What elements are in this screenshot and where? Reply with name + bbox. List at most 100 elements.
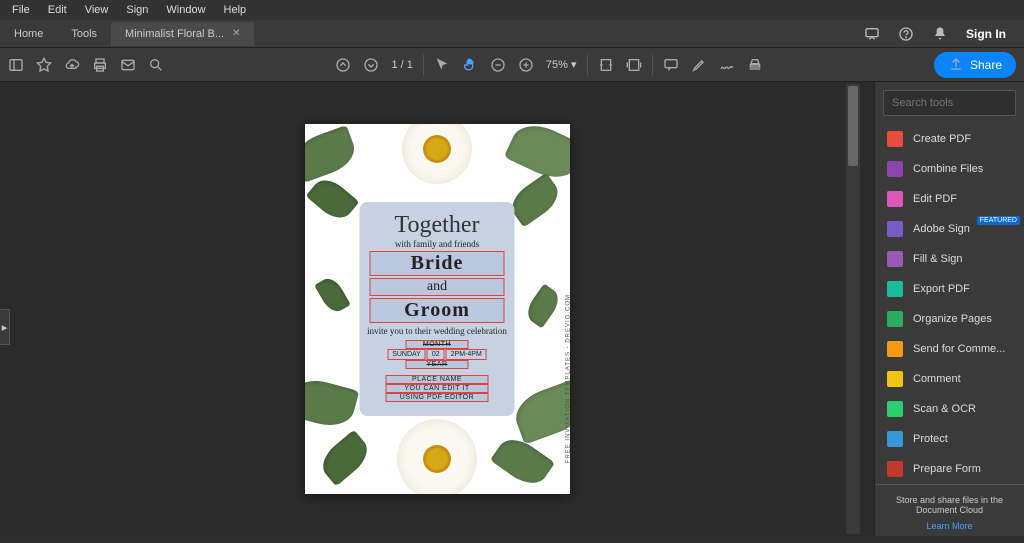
page-down-icon[interactable] <box>363 57 379 73</box>
tool-label: Adobe Sign <box>913 223 970 235</box>
menu-sign[interactable]: Sign <box>118 2 156 18</box>
tab-document-label: Minimalist Floral B... <box>125 28 224 40</box>
vertical-scrollbar[interactable] <box>846 84 860 534</box>
zoom-out-icon[interactable] <box>490 57 506 73</box>
tool-item-4[interactable]: Fill & Sign <box>875 244 1024 274</box>
tool-icon <box>887 371 903 387</box>
groom-field[interactable]: Groom <box>370 298 505 323</box>
comment-icon[interactable] <box>663 57 679 73</box>
stamp-icon[interactable] <box>747 57 763 73</box>
cloud-icon[interactable] <box>64 57 80 73</box>
menu-bar: File Edit View Sign Window Help <box>0 0 1024 20</box>
fit-page-icon[interactable] <box>626 57 642 73</box>
sidebar-toggle-icon[interactable] <box>8 57 24 73</box>
time-field[interactable]: 2PM-4PM <box>446 349 487 360</box>
tab-tools[interactable]: Tools <box>57 22 111 46</box>
edit2-field[interactable]: USING PDF EDITOR <box>386 393 489 402</box>
tools-sidebar: Create PDF Combine Files Edit PDF Adobe Sig… <box>874 82 1024 536</box>
tab-bar: Home Tools Minimalist Floral B... ✕ Sign… <box>0 20 1024 48</box>
tool-label: Fill & Sign <box>913 253 963 265</box>
email-icon[interactable] <box>120 57 136 73</box>
menu-view[interactable]: View <box>77 2 117 18</box>
tool-label: Scan & OCR <box>913 403 976 415</box>
place-field[interactable]: PLACE NAME <box>386 375 489 384</box>
tool-icon <box>887 251 903 267</box>
tool-item-2[interactable]: Edit PDF <box>875 184 1024 214</box>
expand-left-handle[interactable]: ▸ <box>0 309 10 345</box>
tool-label: Create PDF <box>913 133 971 145</box>
featured-badge: FEATURED <box>977 216 1020 225</box>
tool-icon <box>887 311 903 327</box>
tool-item-8[interactable]: Comment <box>875 364 1024 394</box>
menu-window[interactable]: Window <box>158 2 213 18</box>
tab-document[interactable]: Minimalist Floral B... ✕ <box>111 22 254 46</box>
tool-item-6[interactable]: Organize Pages <box>875 304 1024 334</box>
menu-edit[interactable]: Edit <box>40 2 75 18</box>
tool-item-0[interactable]: Create PDF <box>875 124 1024 154</box>
bell-icon[interactable] <box>932 26 948 42</box>
tool-icon <box>887 221 903 237</box>
bride-field[interactable]: Bride <box>370 251 505 276</box>
menu-help[interactable]: Help <box>216 2 255 18</box>
tool-item-5[interactable]: Export PDF <box>875 274 1024 304</box>
watermark-text: FREE INVITATION TEMPLATES - DREVIO.COM <box>566 294 570 463</box>
year-field[interactable]: YEAR <box>406 360 469 369</box>
invite-text: invite you to their wedding celebration <box>366 326 509 336</box>
zoom-in-icon[interactable] <box>518 57 534 73</box>
share-icon <box>948 57 964 73</box>
page-indicator: 1 / 1 <box>391 59 412 71</box>
zoom-level[interactable]: 75% ▾ <box>546 58 577 71</box>
tool-label: Edit PDF <box>913 193 957 205</box>
month-field[interactable]: MONTH <box>406 340 469 349</box>
print-icon[interactable] <box>92 57 108 73</box>
menu-file[interactable]: File <box>4 2 38 18</box>
tool-icon <box>887 401 903 417</box>
search-icon[interactable] <box>148 57 164 73</box>
highlight-icon[interactable] <box>691 57 707 73</box>
search-tools-input[interactable] <box>883 90 1016 116</box>
tool-label: Organize Pages <box>913 313 992 325</box>
tool-icon <box>887 131 903 147</box>
day-field[interactable]: SUNDAY <box>387 349 426 360</box>
close-icon[interactable]: ✕ <box>232 28 240 39</box>
withfam-text: with family and friends <box>366 239 509 249</box>
date-field[interactable]: 02 <box>427 349 445 360</box>
page-up-icon[interactable] <box>335 57 351 73</box>
share-button[interactable]: Share <box>934 52 1016 78</box>
tool-item-9[interactable]: Scan & OCR <box>875 394 1024 424</box>
sign-in-button[interactable]: Sign In <box>966 27 1006 41</box>
promo-text: Store and share files in the Document Cl… <box>883 495 1016 515</box>
fit-width-icon[interactable] <box>598 57 614 73</box>
together-text: Together <box>366 212 509 239</box>
hand-icon[interactable] <box>462 57 478 73</box>
tool-label: Combine Files <box>913 163 983 175</box>
help-icon[interactable] <box>898 26 914 42</box>
toolbar: 1 / 1 75% ▾ Share <box>0 48 1024 82</box>
and-field[interactable]: and <box>370 278 505 296</box>
edit1-field[interactable]: YOU CAN EDIT IT <box>386 384 489 393</box>
tool-item-1[interactable]: Combine Files <box>875 154 1024 184</box>
tool-item-3[interactable]: Adobe Sign FEATURED <box>875 214 1024 244</box>
tab-home[interactable]: Home <box>0 22 57 46</box>
tool-item-7[interactable]: Send for Comme... <box>875 334 1024 364</box>
select-icon[interactable] <box>434 57 450 73</box>
tool-label: Prepare Form <box>913 463 981 475</box>
tool-label: Export PDF <box>913 283 970 295</box>
sign-icon[interactable] <box>719 57 735 73</box>
tool-item-11[interactable]: Prepare Form <box>875 454 1024 484</box>
tool-icon <box>887 281 903 297</box>
chat-icon[interactable] <box>864 26 880 42</box>
tool-label: Protect <box>913 433 948 445</box>
tool-icon <box>887 191 903 207</box>
tool-label: Comment <box>913 373 961 385</box>
promo-panel: Store and share files in the Document Cl… <box>875 484 1024 543</box>
date-row: SUNDAY 02 2PM-4PM <box>366 349 509 360</box>
tool-item-10[interactable]: Protect <box>875 424 1024 454</box>
pdf-page: FREE INVITATION TEMPLATES - DREVIO.COM T… <box>305 124 570 494</box>
tool-icon <box>887 431 903 447</box>
tool-label: Send for Comme... <box>913 343 1005 355</box>
star-icon[interactable] <box>36 57 52 73</box>
document-canvas[interactable]: ▸ FREE INVITATION TEMPLATES - DREVIO.COM… <box>0 82 874 536</box>
learn-more-link[interactable]: Learn More <box>883 521 1016 531</box>
tool-icon <box>887 341 903 357</box>
